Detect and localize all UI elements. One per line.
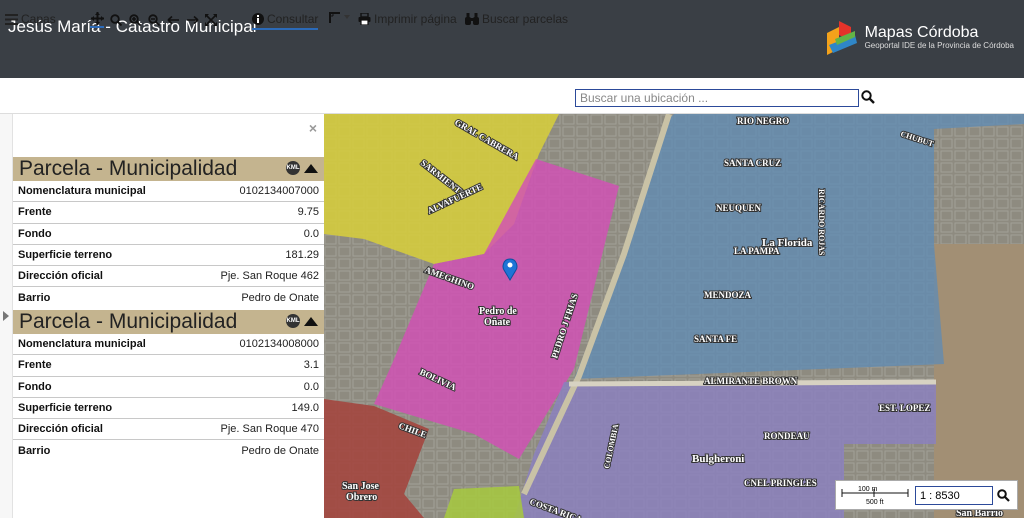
expand-arrow-icon[interactable] bbox=[3, 311, 9, 321]
attr-row: Nomenclatura municipal 0102134007000 bbox=[13, 181, 324, 203]
kml-download-icon[interactable]: KML bbox=[286, 314, 300, 328]
binoculars-icon bbox=[465, 13, 479, 25]
full-extent-icon[interactable] bbox=[204, 13, 218, 27]
attr-row: Superficie terreno 149.0 bbox=[13, 398, 324, 420]
zoom-out-icon[interactable] bbox=[147, 13, 161, 27]
hamburger-icon bbox=[5, 13, 18, 25]
attr-row: Superficie terreno 181.29 bbox=[13, 245, 324, 267]
map-canvas[interactable]: RIO NEGRO CHUBUT SANTA CRUZ NEUQUEN La F… bbox=[324, 114, 1024, 518]
street-label: EST. LOPEZ bbox=[879, 403, 930, 413]
neighborhood-label: Oñate bbox=[484, 317, 511, 328]
parcel-search-button[interactable]: Buscar parcelas bbox=[465, 12, 568, 26]
forward-arrow-icon[interactable] bbox=[185, 13, 199, 27]
attr-row: Frente 3.1 bbox=[13, 355, 324, 377]
attr-row: Nomenclatura municipal 0102134008000 bbox=[13, 334, 324, 356]
parcel-search-label: Buscar parcelas bbox=[482, 12, 569, 26]
attr-row: Fondo 0.0 bbox=[13, 377, 324, 398]
search-icon[interactable] bbox=[861, 90, 875, 104]
consult-label: Consultar bbox=[267, 12, 319, 26]
farmland-area bbox=[934, 244, 1024, 518]
scale-bar: 100 m 500 ft bbox=[841, 486, 909, 506]
brand-subtitle: Geoportal IDE de la Provincia de Córdoba bbox=[864, 40, 1014, 50]
print-button[interactable]: Imprimir página bbox=[358, 12, 457, 26]
neighborhood-label: Bulgheroni bbox=[692, 453, 744, 465]
layers-label: Capas bbox=[21, 12, 56, 26]
scale-500ft-label: 500 ft bbox=[866, 499, 884, 506]
street-label: SANTA CRUZ bbox=[724, 158, 781, 168]
location-search-input[interactable] bbox=[575, 89, 859, 107]
scale-100m-label: 100 m bbox=[858, 486, 878, 493]
street-label: SANTA FE bbox=[694, 334, 737, 344]
pan-icon[interactable] bbox=[90, 11, 104, 28]
attr-row: Barrio Pedro de Onate bbox=[18, 292, 319, 305]
measure-dropdown[interactable] bbox=[329, 12, 352, 24]
parcel-title: Parcela - Municipalidad bbox=[19, 310, 238, 333]
parcel-header: Parcela - Municipalidad KML bbox=[13, 310, 324, 334]
parcel-title: Parcela - Municipalidad bbox=[19, 157, 238, 180]
parcel-card-2: Parcela - Municipalidad KML Nomenclatura… bbox=[13, 310, 324, 462]
street-label: LA PAMPA bbox=[734, 246, 780, 256]
info-icon bbox=[252, 13, 264, 25]
street-label: RIO NEGRO bbox=[737, 116, 789, 126]
attr-row: Dirección oficial Pje. San Roque 470 bbox=[13, 419, 324, 441]
close-panel-icon[interactable]: × bbox=[309, 120, 317, 136]
zone-green bbox=[444, 486, 524, 518]
mapas-cordoba-logo-icon bbox=[826, 21, 857, 55]
parcel-card-1: Parcela - Municipalidad KML Nomenclatura… bbox=[13, 157, 324, 309]
kml-download-icon[interactable]: KML bbox=[286, 161, 300, 175]
brand-logo[interactable]: Mapas Córdoba Geoportal IDE de la Provin… bbox=[825, 17, 1014, 57]
neighborhood-label: Pedro de bbox=[479, 306, 517, 317]
zoom-box-icon[interactable] bbox=[109, 13, 123, 27]
attr-row: Barrio Pedro de Onate bbox=[18, 445, 319, 458]
printer-icon bbox=[358, 13, 371, 25]
info-panel: × Parcela - Municipalidad KML Nomenclatu… bbox=[13, 114, 324, 518]
layers-button[interactable]: Capas bbox=[5, 12, 56, 26]
scale-search-icon[interactable] bbox=[997, 489, 1010, 502]
neighborhood-label: Obrero bbox=[346, 492, 377, 503]
consult-button[interactable]: Consultar bbox=[252, 12, 319, 30]
attr-row: Fondo 0.0 bbox=[13, 224, 324, 245]
street-label: NEUQUEN bbox=[716, 203, 762, 213]
panel-collapse-strip[interactable] bbox=[0, 114, 13, 518]
street-label: ALMIRANTE BROWN bbox=[704, 376, 798, 386]
caret-down-icon bbox=[344, 15, 350, 19]
collapse-triangle-icon[interactable] bbox=[304, 316, 318, 326]
zoom-in-icon[interactable] bbox=[128, 13, 142, 27]
street-label: RICARDO ROJAS bbox=[817, 189, 826, 256]
map-svg: RIO NEGRO CHUBUT SANTA CRUZ NEUQUEN La F… bbox=[324, 114, 1024, 518]
collapse-triangle-icon[interactable] bbox=[304, 163, 318, 173]
parcel-header: Parcela - Municipalidad KML bbox=[13, 157, 324, 181]
scale-input[interactable] bbox=[915, 486, 993, 505]
street-label: MENDOZA bbox=[704, 290, 752, 300]
neighborhood-label: San Jose bbox=[342, 481, 380, 492]
street-label: CNEL PRINGLES bbox=[744, 478, 817, 488]
attr-row: Dirección oficial Pje. San Roque 462 bbox=[13, 266, 324, 288]
attr-row: Frente 9.75 bbox=[13, 202, 324, 224]
print-label: Imprimir página bbox=[374, 12, 457, 26]
street-label: RONDEAU bbox=[764, 431, 810, 441]
measure-icon bbox=[329, 12, 340, 23]
map-tools bbox=[90, 11, 218, 28]
back-arrow-icon[interactable] bbox=[166, 13, 180, 27]
brand-name: Mapas Córdoba bbox=[864, 23, 979, 41]
